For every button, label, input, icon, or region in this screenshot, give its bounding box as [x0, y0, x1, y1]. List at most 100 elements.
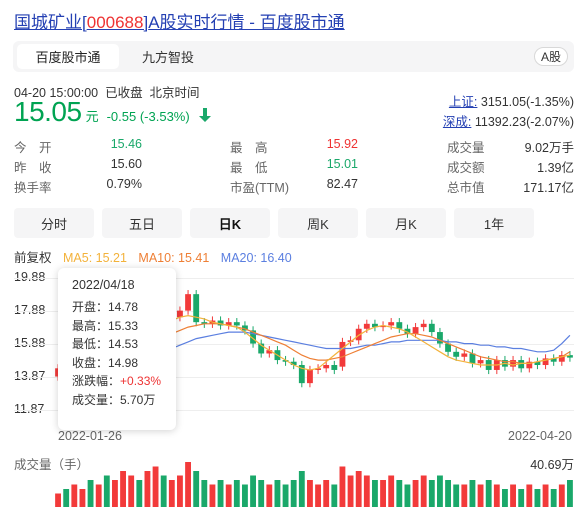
volume-bar: [55, 493, 61, 507]
tooltip-close: 收盘：14.98: [72, 355, 139, 370]
stat-open-value: 15.46: [110, 137, 142, 151]
volume-bar: [437, 475, 443, 507]
period-1year[interactable]: 1年: [454, 208, 534, 238]
volume-bar: [526, 484, 533, 507]
stat-low-label: 最 低: [230, 161, 268, 175]
candle-down: [469, 353, 476, 364]
candle-up: [209, 320, 216, 324]
index-shenzhen-name[interactable]: 深成:: [443, 115, 471, 129]
volume-bar: [274, 480, 281, 507]
volume-bar: [266, 484, 273, 507]
volume-bar: [71, 484, 78, 507]
current-price: 15.05: [14, 96, 82, 127]
tab-jiufang[interactable]: 九方智投: [123, 44, 213, 69]
candle-up: [177, 310, 183, 318]
stat-pe-value: 82.47: [326, 177, 358, 191]
candle-up: [526, 361, 533, 369]
tooltip-high: 最高：15.33: [72, 318, 139, 333]
candle-down: [331, 365, 338, 370]
candle-down: [217, 320, 224, 326]
candle-up: [558, 355, 565, 362]
volume-bar: [372, 480, 378, 507]
ma5-legend: MA5: 15.21: [63, 251, 127, 265]
candle-up: [542, 358, 549, 366]
index-shanghai[interactable]: 上证: 3151.05(-1.35%): [449, 91, 574, 110]
stat-low-value: 15.01: [326, 157, 358, 171]
index-shanghai-name[interactable]: 上证:: [449, 95, 477, 109]
stat-prev-label: 昨 收: [14, 161, 52, 175]
volume-bar: [233, 480, 240, 507]
volume-bar: [79, 489, 86, 507]
period-5day[interactable]: 五日: [102, 208, 182, 238]
stat-high-label: 最 高: [230, 141, 268, 155]
volume-bar: [542, 484, 549, 507]
volume-bar: [558, 484, 565, 507]
title-rest: A股实时行情 - 百度股市通: [148, 13, 345, 32]
volume-bar: [428, 480, 435, 507]
down-arrow-icon: [198, 107, 212, 128]
stat-prev-value: 15.60: [110, 157, 142, 171]
volume-bar: [502, 489, 508, 507]
volume-bar: [95, 484, 102, 507]
y-tick-label: 15.88: [14, 336, 46, 350]
adjust-mode[interactable]: 前复权: [14, 251, 52, 265]
volume-bar: [412, 480, 419, 507]
price-unit: 元: [85, 109, 99, 124]
volume-max: 40.69万: [530, 458, 574, 472]
candle-up: [493, 360, 500, 370]
candle-down: [193, 294, 200, 323]
candle-down: [298, 365, 305, 384]
candle-down: [550, 358, 557, 362]
volume-bar: [331, 484, 338, 507]
candle-up: [225, 322, 232, 326]
candle-down: [396, 322, 403, 329]
stock-name: 国城矿业: [14, 13, 82, 32]
candle-up: [266, 350, 273, 354]
tab-baidu-stock[interactable]: 百度股市通: [17, 44, 119, 69]
period-weekly-k[interactable]: 周K: [278, 208, 358, 238]
kline-tooltip: 2022/04/18 开盘：14.78 最高：15.33 最低：14.53 收盘…: [58, 268, 176, 430]
candle-down: [201, 322, 208, 324]
volume-bar: [380, 480, 386, 507]
volume-bar: [128, 475, 135, 507]
ma-legend: 前复权 MA5: 15.21 MA10: 15.41 MA20: 16.40: [14, 247, 300, 266]
index-shenzhen[interactable]: 深成: 11392.23(-2.07%): [443, 111, 574, 130]
volume-bar: [355, 471, 362, 507]
candle-down: [404, 328, 411, 334]
volume-bar: [298, 471, 305, 507]
candle-up: [185, 294, 191, 311]
index-shanghai-value: 3151.05(-1.35%): [480, 95, 574, 109]
volume-bar: [225, 484, 232, 507]
candle-down: [437, 332, 443, 344]
period-monthly-k[interactable]: 月K: [366, 208, 446, 238]
candle-down: [372, 323, 378, 328]
volume-bar: [168, 480, 175, 507]
price-row: 15.05 元 -0.55 (-3.53%): [14, 96, 212, 128]
volume-bar: [136, 480, 143, 507]
volume-bar: [290, 480, 297, 507]
candle-down: [258, 343, 265, 354]
candle-up: [461, 353, 468, 357]
tooltip-volume: 成交量：5.70万: [72, 392, 156, 407]
candle-down: [485, 360, 492, 370]
candle-up: [363, 323, 370, 329]
volume-bar: [63, 489, 70, 507]
stock-code: 000688: [86, 13, 144, 32]
x-end-date: 2022-04-20: [508, 429, 572, 443]
period-daily-k[interactable]: 日K: [190, 208, 270, 238]
volume-bar: [420, 475, 427, 507]
candle-down: [242, 325, 248, 331]
y-tick-label: 13.87: [14, 369, 46, 383]
candle-up: [420, 323, 427, 328]
volume-bar: [315, 484, 321, 507]
stat-amount-value: 1.39亿: [537, 161, 574, 175]
volume-bar: [518, 489, 525, 507]
tooltip-change: 涨跌幅：+0.33%: [72, 372, 176, 391]
volume-bar: [567, 480, 573, 507]
candle-up: [307, 369, 313, 384]
period-intraday[interactable]: 分时: [14, 208, 94, 238]
candle-down: [250, 330, 256, 344]
candle-up: [380, 325, 386, 328]
page-title-link[interactable]: 国城矿业[000688]A股实时行情 - 百度股市通: [14, 8, 345, 33]
tooltip-date: 2022/04/18: [72, 278, 135, 292]
